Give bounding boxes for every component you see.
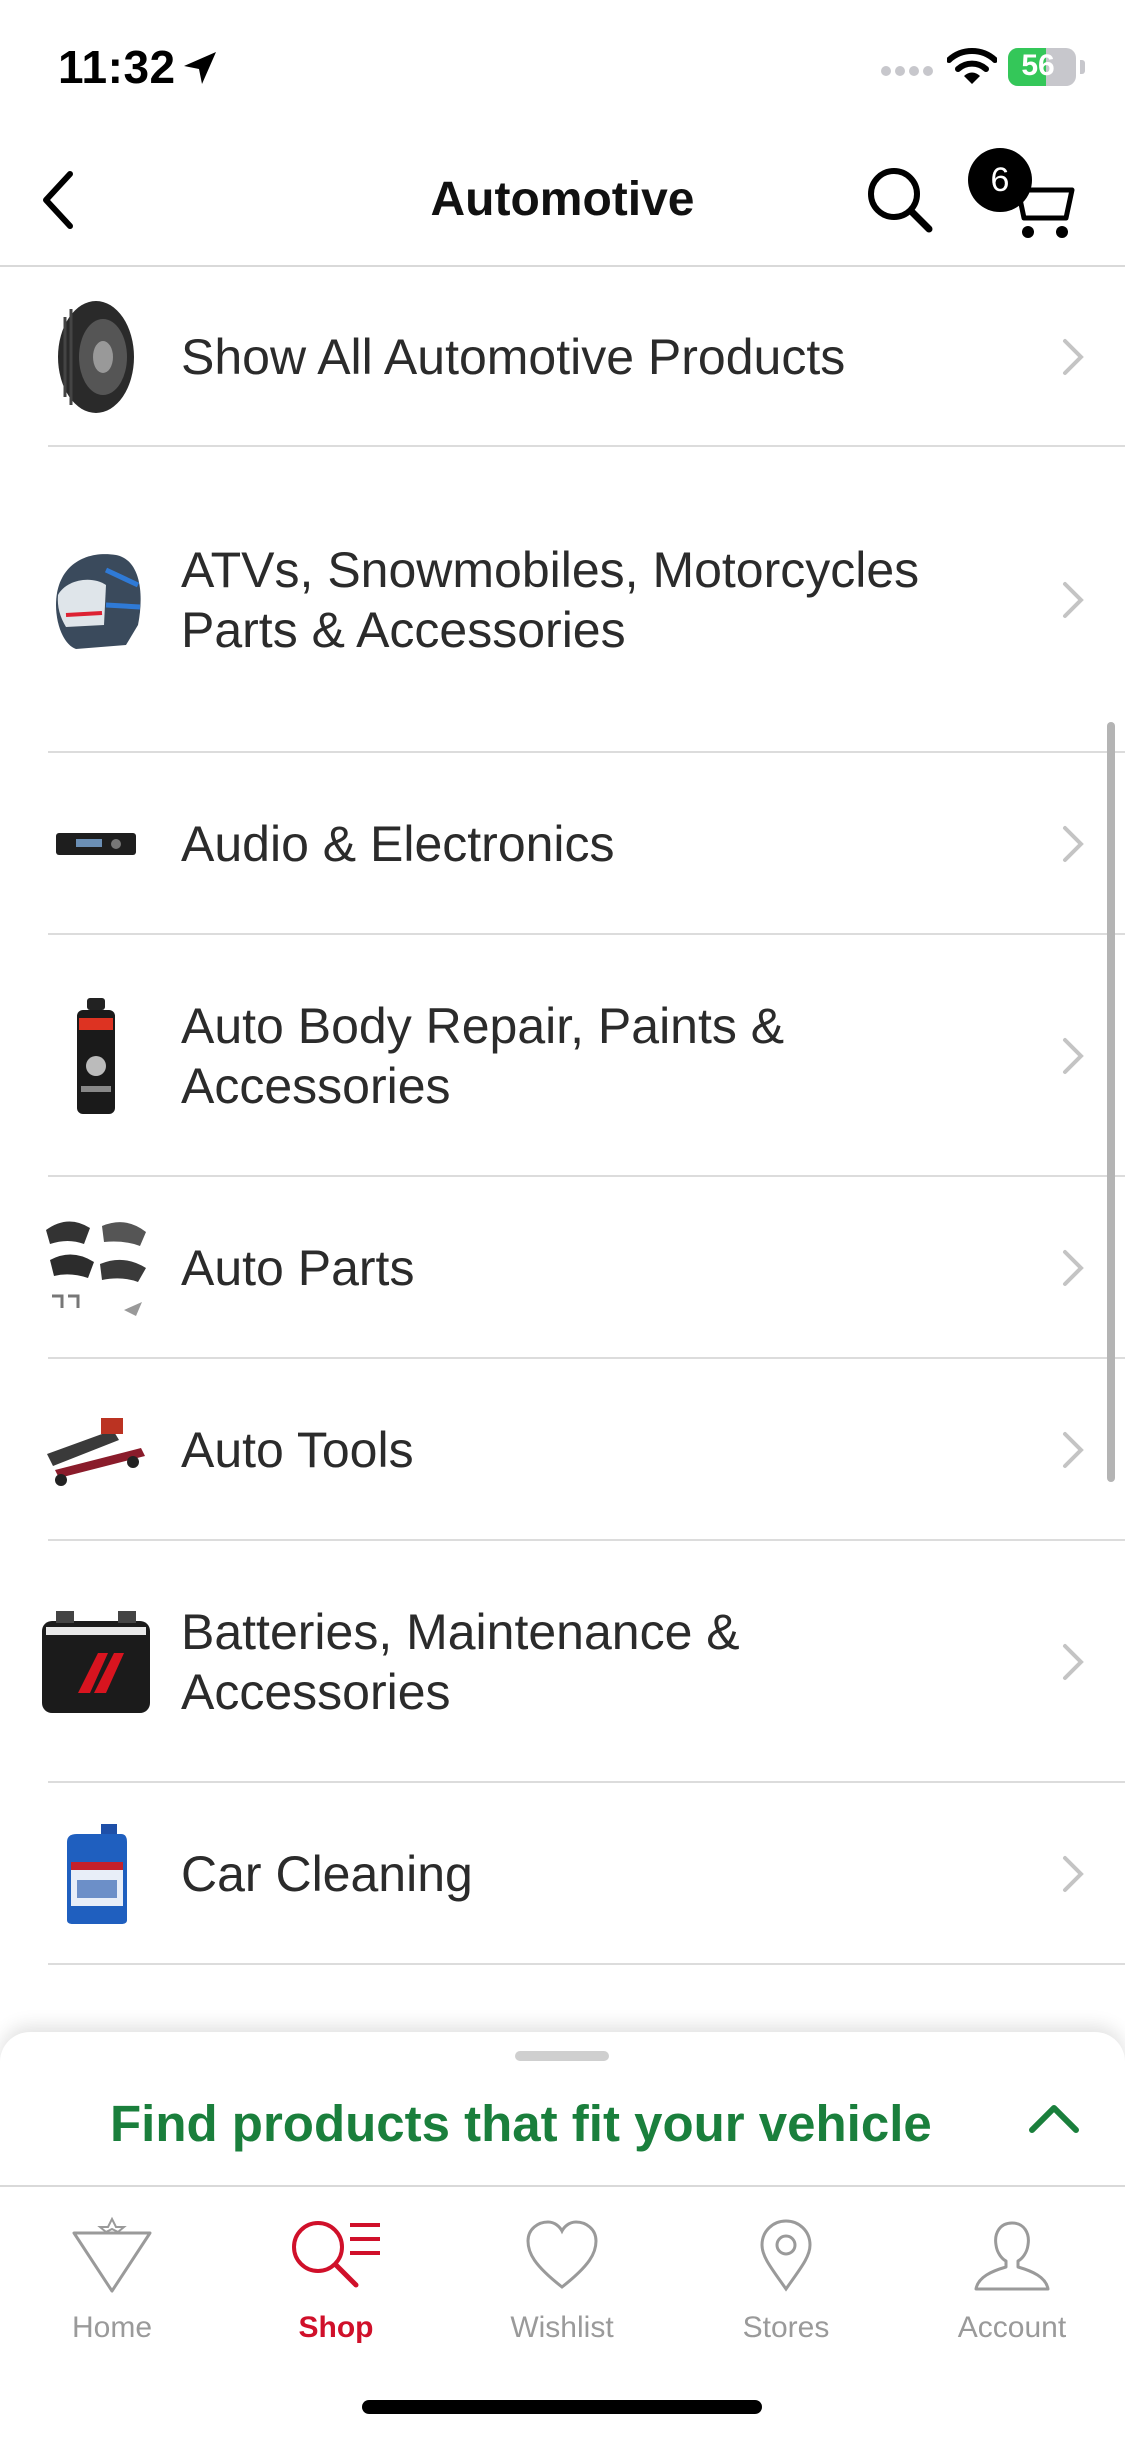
person-icon xyxy=(912,2207,1112,2303)
list-item[interactable]: Auto Tools xyxy=(0,1359,1125,1541)
list-item-label: ATVs, Snowmobiles, Motorcycles Parts & A… xyxy=(181,542,920,658)
chevron-right-icon xyxy=(1055,332,1091,382)
shop-search-icon xyxy=(236,2207,436,2303)
chevron-right-icon xyxy=(1055,1425,1091,1475)
list-item-label: Auto Parts xyxy=(181,1240,415,1296)
car-stereo-icon xyxy=(36,784,156,904)
helmet-icon xyxy=(36,540,156,660)
chevron-up-icon[interactable] xyxy=(1026,2096,1082,2140)
battery-percent: 56 xyxy=(1021,49,1055,82)
search-button[interactable] xyxy=(858,158,942,242)
scrollbar[interactable] xyxy=(1107,722,1115,1482)
home-indicator xyxy=(362,2400,762,2414)
list-item-label: Car Cleaning xyxy=(181,1846,473,1902)
spray-paint-icon xyxy=(36,996,156,1116)
list-item[interactable]: Auto Parts xyxy=(0,1177,1125,1359)
list-item-label: Auto Tools xyxy=(181,1422,414,1478)
list-item[interactable]: Show All Automotive Products xyxy=(0,267,1125,447)
list-item[interactable]: Auto Body Repair, Paints & Accessories xyxy=(0,935,1125,1177)
tab-account[interactable]: Account xyxy=(912,2207,1112,2357)
list-item-label: Auto Body Repair, Paints & Accessories xyxy=(181,998,785,1114)
tab-label: Wishlist xyxy=(510,2311,614,2344)
list-item-label: Audio & Electronics xyxy=(181,816,615,872)
chevron-right-icon xyxy=(1055,1031,1091,1081)
tab-label: Home xyxy=(71,2311,153,2344)
status-bar: 11:32 56 xyxy=(0,0,1125,140)
status-time: 11:32 xyxy=(58,41,176,93)
tab-shop[interactable]: Shop xyxy=(236,2207,436,2357)
sheet-grabber[interactable] xyxy=(515,2051,609,2061)
chevron-right-icon xyxy=(1055,575,1091,625)
tab-label: Account xyxy=(957,2311,1067,2344)
washer-fluid-jug-icon xyxy=(36,1814,156,1934)
heart-icon xyxy=(462,2207,662,2303)
chevron-right-icon xyxy=(1055,1849,1091,1899)
tire-icon xyxy=(36,297,156,417)
cart-button[interactable]: 6 xyxy=(968,148,1078,248)
tab-home[interactable]: Home xyxy=(12,2207,212,2357)
tab-stores[interactable]: Stores xyxy=(686,2207,886,2357)
tab-label: Shop xyxy=(298,2311,374,2344)
chevron-right-icon xyxy=(1055,1637,1091,1687)
list-item[interactable]: Car Cleaning xyxy=(0,1783,1125,1965)
home-triangle-icon xyxy=(12,2207,212,2303)
car-battery-icon xyxy=(36,1602,156,1722)
list-item[interactable]: Audio & Electronics xyxy=(0,753,1125,935)
chevron-right-icon xyxy=(1055,819,1091,869)
page-title: Automotive xyxy=(430,173,695,226)
brake-pads-icon xyxy=(36,1208,156,1328)
tab-label: Stores xyxy=(742,2311,830,2344)
floor-jack-icon xyxy=(36,1390,156,1510)
cellular-signal-icon xyxy=(880,64,936,83)
location-pin-icon xyxy=(686,2207,886,2303)
list-item[interactable]: Batteries, Maintenance & Accessories xyxy=(0,1541,1125,1783)
search-icon xyxy=(868,168,933,233)
list-item-label: Batteries, Maintenance & Accessories xyxy=(181,1604,740,1720)
category-list: Show All Automotive Products ATVs, Snowm… xyxy=(0,267,1125,1965)
vehicle-finder-sheet[interactable]: Find products that fit your vehicle xyxy=(0,2032,1125,2187)
tab-wishlist[interactable]: Wishlist xyxy=(462,2207,662,2357)
navigation-bar: Automotive 6 xyxy=(0,140,1125,267)
wifi-icon xyxy=(946,48,998,91)
list-item[interactable]: ATVs, Snowmobiles, Motorcycles Parts & A… xyxy=(0,447,1125,753)
battery-icon: 56 xyxy=(1008,48,1076,86)
list-item-label: Show All Automotive Products xyxy=(181,329,846,385)
chevron-right-icon xyxy=(1055,1243,1091,1293)
vehicle-finder-label: Find products that fit your vehicle xyxy=(110,2095,932,2152)
location-arrow-icon xyxy=(180,48,220,93)
battery-cap xyxy=(1080,60,1085,74)
cart-count-badge: 6 xyxy=(968,148,1032,212)
